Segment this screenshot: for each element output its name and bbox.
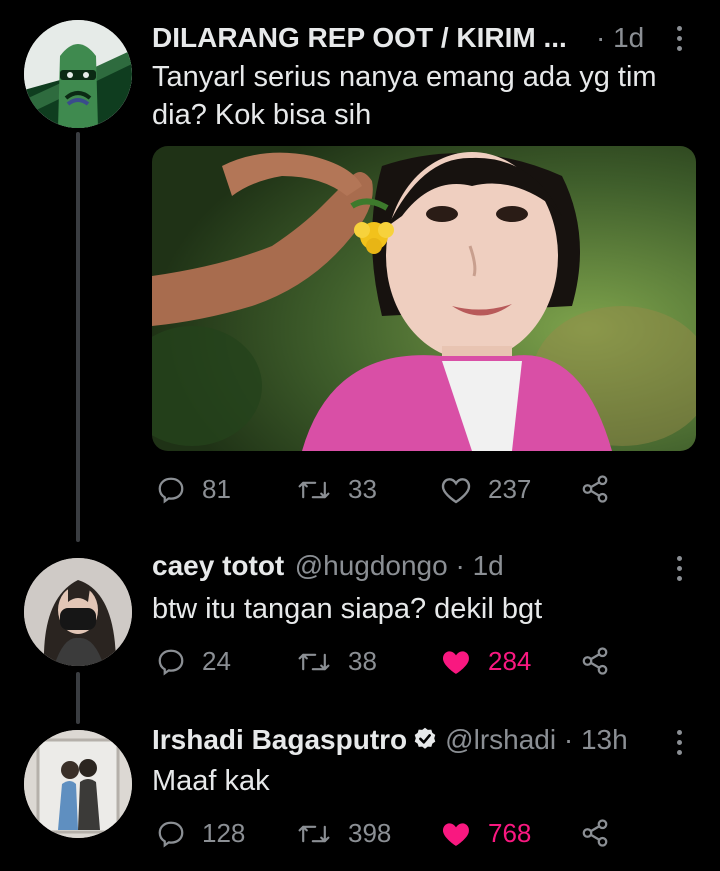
- more-icon[interactable]: [677, 556, 683, 586]
- tweet-1-actions: 81 33 237: [156, 474, 616, 514]
- user-photo-icon: [24, 730, 132, 838]
- share-button[interactable]: [580, 646, 610, 681]
- share-icon: [582, 819, 608, 847]
- reply-count: 81: [202, 474, 231, 504]
- reply-icon: [158, 649, 184, 675]
- tweet-3-actions: 128 398 768: [156, 818, 616, 858]
- tweet-1-header: DILARANG REP OOT / KIRIM ...: [152, 22, 567, 56]
- tweet-time[interactable]: · 1d: [596, 22, 644, 54]
- like-button[interactable]: 768: [440, 818, 531, 849]
- tweet-3-header: Irshadi Bagasputro @lrshadi · 13h: [152, 724, 628, 756]
- avatar-tweet-1[interactable]: [24, 20, 132, 128]
- verified-icon: [414, 727, 436, 749]
- reply-count: 24: [202, 646, 231, 676]
- thread-line-2: [76, 672, 80, 724]
- reply-count: 128: [202, 818, 246, 848]
- like-icon-filled: [443, 650, 469, 674]
- avatar-tweet-2[interactable]: [24, 558, 132, 666]
- squidward-avatar-icon: [24, 20, 132, 128]
- author-name[interactable]: DILARANG REP OOT / KIRIM ...: [152, 22, 567, 53]
- reply-button[interactable]: 81: [156, 474, 231, 505]
- share-icon: [582, 475, 608, 503]
- tweet-2-actions: 24 38 284: [156, 646, 616, 686]
- more-icon[interactable]: [677, 730, 683, 760]
- share-button[interactable]: [580, 474, 610, 509]
- share-icon: [582, 647, 608, 675]
- like-icon: [441, 477, 471, 503]
- avatar-tweet-3[interactable]: [24, 730, 132, 838]
- reply-button[interactable]: 128: [156, 818, 245, 849]
- author-handle-time[interactable]: @lrshadi · 13h: [445, 724, 628, 756]
- like-icon-filled: [443, 822, 469, 846]
- thread-line-1: [76, 132, 80, 542]
- retweet-button[interactable]: 398: [296, 818, 391, 849]
- retweet-button[interactable]: 38: [296, 646, 377, 677]
- tweet-text: Maaf kak: [152, 765, 270, 797]
- retweet-count: 38: [348, 646, 377, 676]
- like-button[interactable]: 237: [440, 474, 531, 505]
- tweet-text: btw itu tangan siapa? dekil bgt: [152, 593, 543, 625]
- like-button[interactable]: 284: [440, 646, 531, 677]
- retweet-icon: [298, 653, 330, 670]
- reply-icon: [158, 821, 184, 847]
- tweet-2-header: caey totot @hugdongo · 1d: [152, 550, 504, 582]
- share-button[interactable]: [580, 818, 610, 853]
- retweet-count: 398: [348, 818, 392, 848]
- author-name[interactable]: caey totot: [152, 550, 284, 581]
- author-handle-time[interactable]: @hugdongo · 1d: [295, 550, 504, 581]
- reply-icon: [158, 477, 184, 503]
- tweet-text-line-1: Tanyarl serius nanya emang ada yg tim: [152, 61, 657, 93]
- retweet-icon: [298, 825, 330, 842]
- author-name[interactable]: Irshadi Bagasputro: [152, 724, 407, 756]
- photo-illustration: [152, 146, 696, 451]
- retweet-button[interactable]: 33: [296, 474, 377, 505]
- like-count: 237: [488, 474, 532, 504]
- tweet-text-line-2: dia? Kok bisa sih: [152, 99, 372, 131]
- tweet-media-image[interactable]: [152, 146, 696, 451]
- more-icon[interactable]: [677, 26, 683, 56]
- like-count: 284: [488, 646, 532, 676]
- user-photo-icon: [24, 558, 132, 666]
- reply-button[interactable]: 24: [156, 646, 231, 677]
- retweet-count: 33: [348, 474, 377, 504]
- like-count: 768: [488, 818, 532, 848]
- retweet-icon: [298, 481, 330, 498]
